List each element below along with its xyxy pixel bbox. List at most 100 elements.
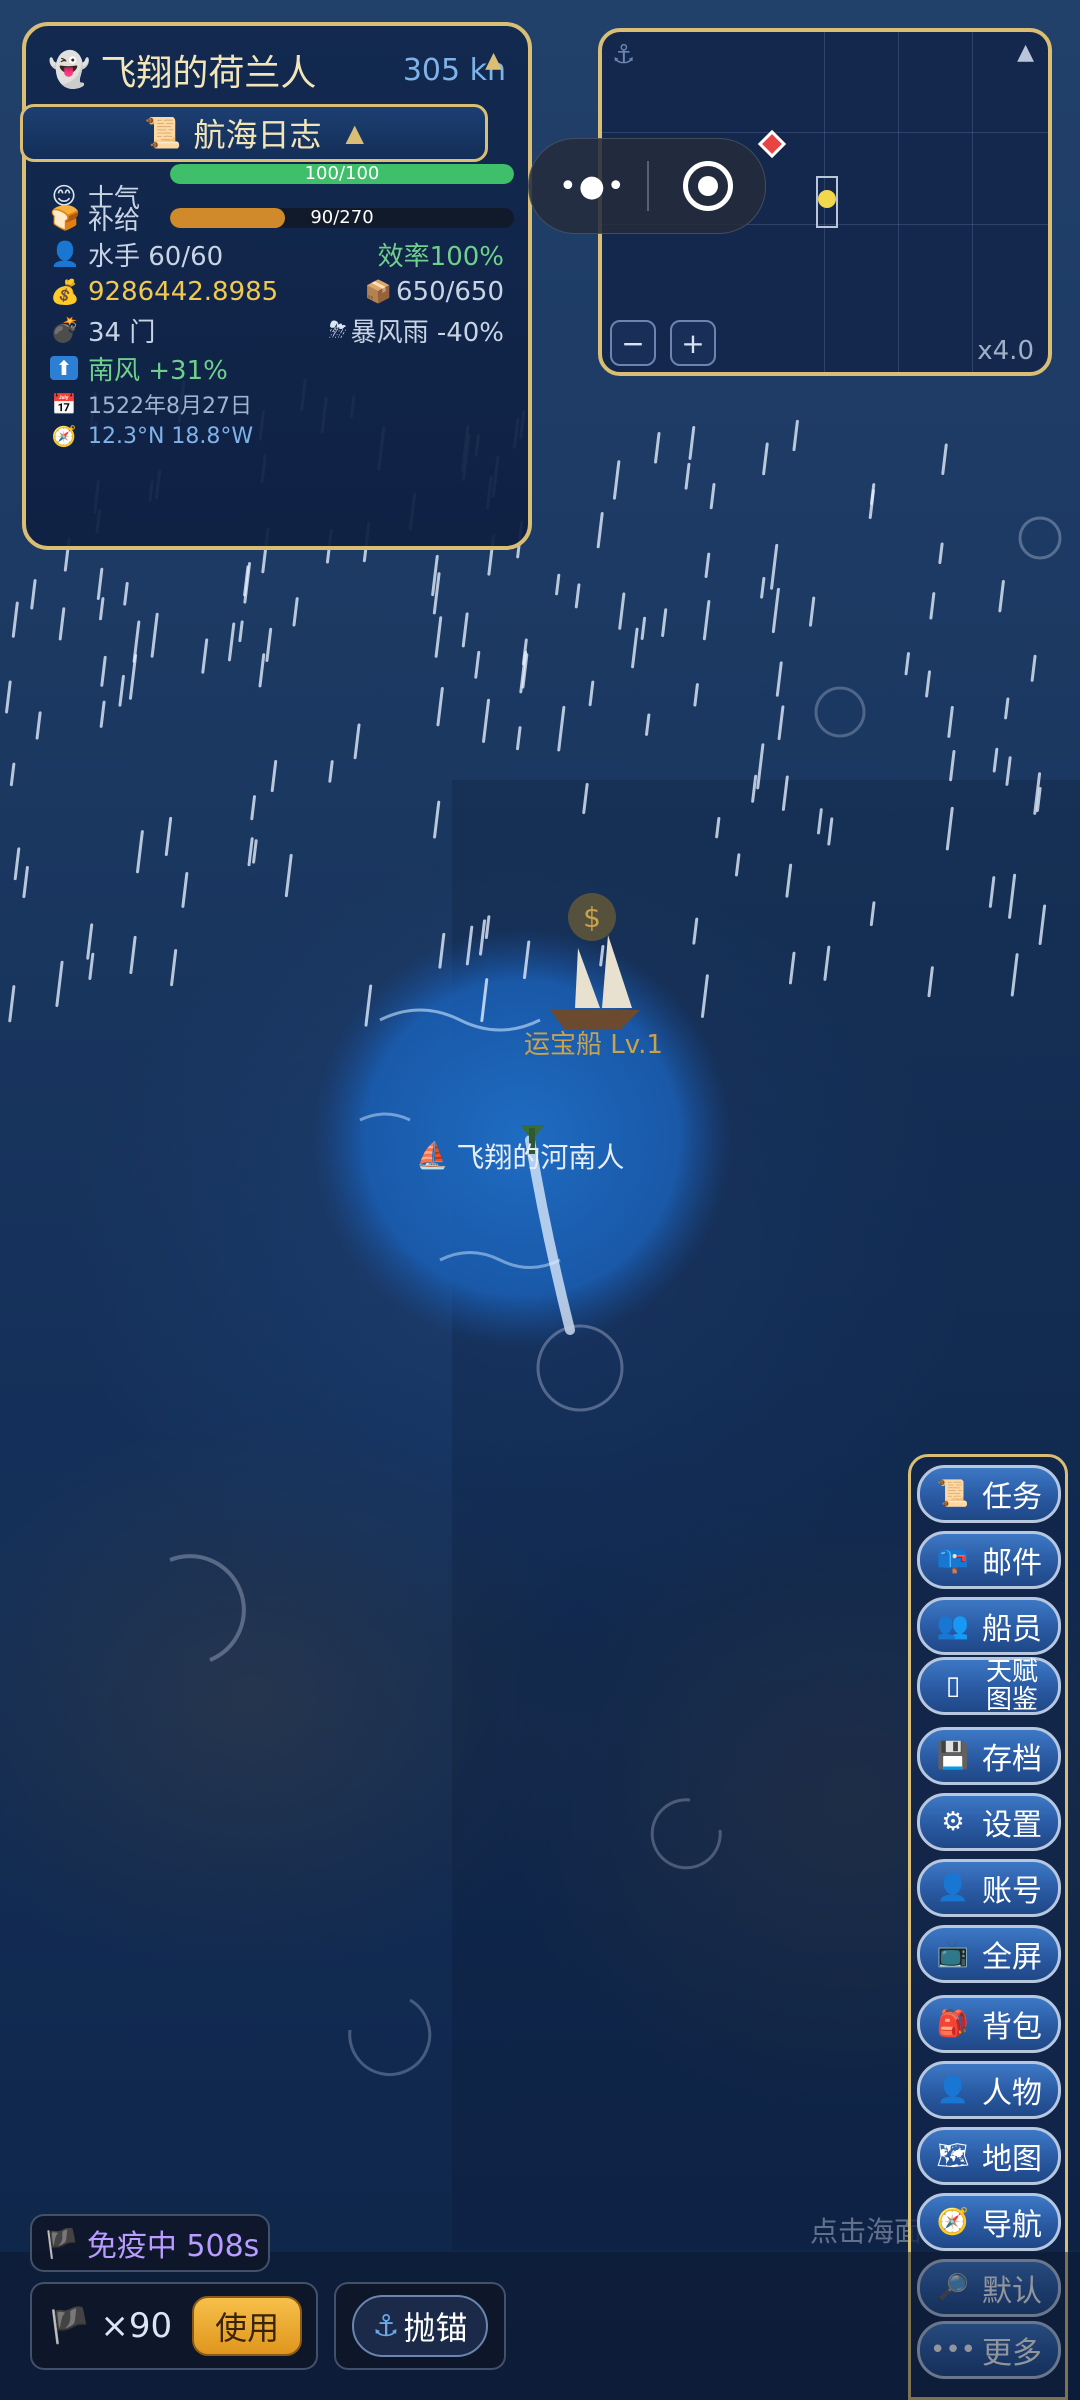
tap-sea-hint: 点击海面 <box>810 2215 923 2248</box>
raindrop <box>693 683 699 707</box>
ship-name: 飞翔的荷兰人 <box>100 53 317 94</box>
raindrop <box>612 460 621 500</box>
menu-button-1[interactable]: 📜 任务 <box>917 1465 1061 1523</box>
menu-button-label: 设置 <box>982 1808 1042 1843</box>
raindrop <box>58 607 66 641</box>
raindrop <box>702 600 711 641</box>
minimap-collapse-icon[interactable]: ▲ <box>1017 40 1034 65</box>
raindrop <box>292 597 299 627</box>
raindrop <box>1004 697 1010 720</box>
raindrop <box>868 489 875 520</box>
menu-button-4[interactable]: ▯ 天赋图鉴 <box>917 1657 1061 1715</box>
raindrop <box>704 552 711 579</box>
enemy-marker-icon[interactable] <box>757 129 787 159</box>
menu-button-10[interactable]: 👤 人物 <box>917 2061 1061 2119</box>
compass-icon: 🧭 <box>936 2207 970 2237</box>
ghost-icon: 👻 <box>48 50 91 90</box>
collapse-arrow-icon[interactable]: ▲ <box>485 48 502 73</box>
raindrop <box>270 759 278 793</box>
menu-button-6[interactable]: ⚙ 设置 <box>917 1793 1061 1851</box>
raindrop <box>949 750 956 782</box>
menu-button-9[interactable]: 🎒 背包 <box>917 1995 1061 2053</box>
menu-button-label: 地图 <box>982 2142 1042 2177</box>
menu-button-label: 任务 <box>982 1480 1042 1515</box>
raindrop <box>8 985 16 1023</box>
logbook-tab[interactable]: 📜 航海日志 ▲ <box>20 104 488 162</box>
mailbox-icon: 📪 <box>936 1545 970 1575</box>
close-target-icon[interactable] <box>683 161 733 211</box>
raindrop <box>5 680 12 714</box>
menu-button-8[interactable]: 📺 全屏 <box>917 1925 1061 1983</box>
raindrop <box>258 653 266 688</box>
menu-button-label: 邮件 <box>982 1546 1042 1581</box>
cannonball-icon: 💣 <box>50 316 80 344</box>
crew-icon: 👥 <box>936 1611 970 1641</box>
scroll-icon: 📜 <box>144 115 182 151</box>
raindrop <box>86 923 94 960</box>
bread-icon: 🍞 <box>50 204 80 232</box>
menu-button-11[interactable]: 🗺 地图 <box>917 2127 1061 2185</box>
raindrop <box>136 830 144 874</box>
raindrop <box>771 587 780 634</box>
scroll-icon: 📜 <box>936 1479 970 1509</box>
raindrop <box>654 432 661 464</box>
menu-button-label: 船员 <box>982 1612 1042 1647</box>
raindrop <box>284 853 293 898</box>
raindrop <box>436 687 444 727</box>
raindrop <box>22 865 29 899</box>
wind-row: ⬆ 南风 +31% <box>50 350 504 386</box>
raindrop <box>661 608 668 638</box>
menu-button-5[interactable]: 💾 存档 <box>917 1727 1061 1785</box>
treasure-ship-label[interactable]: 运宝船 Lv.1 <box>524 1024 663 1061</box>
raindrop <box>762 442 769 476</box>
raindrop <box>618 592 626 630</box>
use-button[interactable]: 使用 <box>192 2296 303 2356</box>
zoom-out-button[interactable]: − <box>610 320 656 366</box>
menu-button-label: 全屏 <box>982 1940 1042 1975</box>
menu-button-2[interactable]: 📪 邮件 <box>917 1531 1061 1589</box>
raindrop <box>164 816 173 857</box>
efficiency-text: 效率100% <box>377 241 504 272</box>
person-icon: 👤 <box>936 2075 970 2105</box>
raindrop <box>96 567 104 601</box>
raindrop <box>150 612 159 658</box>
more-dots-icon[interactable]: •●• <box>559 169 627 204</box>
date-row: 📅 1522年8月27日 <box>51 392 252 419</box>
zoom-in-button[interactable]: + <box>670 320 716 366</box>
gear-icon: ⚙ <box>941 1807 965 1837</box>
raindrop <box>516 726 522 751</box>
menu-button-3[interactable]: 👥 船员 <box>917 1597 1061 1655</box>
black-flag-icon: 🏴 <box>44 2226 79 2260</box>
menu-button-12[interactable]: 🧭 导航 <box>917 2193 1061 2251</box>
raindrop <box>461 612 469 648</box>
raindrop <box>99 597 105 621</box>
raindrop <box>777 705 785 741</box>
raindrop <box>433 800 441 839</box>
gold-row: 💰 9286442.8985 📦 650/650 <box>50 274 504 310</box>
raindrop <box>265 627 273 663</box>
raindrop <box>925 670 931 698</box>
black-flag-icon: 🏴 <box>48 2306 91 2346</box>
raindrop <box>770 543 779 590</box>
raindrop <box>30 579 37 610</box>
raindrop <box>760 576 766 599</box>
player-position-icon <box>818 190 836 208</box>
anchor-icon: ⚓ <box>372 2308 400 2344</box>
anchor-button[interactable]: ⚓ 抛锚 <box>352 2295 488 2357</box>
raindrop <box>353 723 361 760</box>
raindrop <box>238 620 244 643</box>
raindrop <box>250 795 256 821</box>
anchor-icon: ⚓ <box>612 40 636 70</box>
raindrop <box>1030 654 1037 682</box>
cargo-capacity: 📦 650/650 <box>364 277 504 307</box>
calendar-icon: 📅 <box>51 392 77 416</box>
crew-row: 👤 水手 60/60 效率100% <box>50 236 504 272</box>
immunity-status: 🏴 免疫中 508s <box>30 2214 270 2272</box>
player-ship-label: ⛵ 飞翔的河南人 <box>416 1141 625 1174</box>
menu-button-7[interactable]: 👤 账号 <box>917 1859 1061 1917</box>
anchor-panel: ⚓ 抛锚 <box>334 2282 506 2370</box>
raindrop <box>596 512 604 549</box>
menu-button-label: 人物 <box>982 2076 1042 2111</box>
save-icon: 💾 <box>936 1741 970 1771</box>
sailboat-icon: ⛵ <box>416 1141 449 1171</box>
